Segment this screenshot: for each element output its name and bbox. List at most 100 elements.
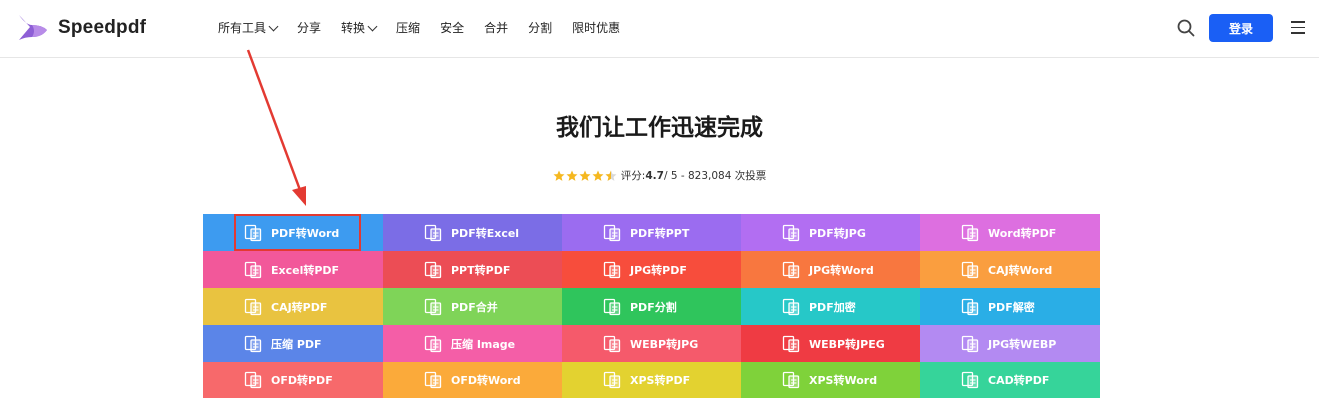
tool-label: Excel转PDF (271, 263, 340, 277)
tool-tile[interactable]: OFD转PDF (203, 362, 383, 398)
tool-tile[interactable]: Excel转PDF (203, 251, 383, 288)
nav-label: 分享 (297, 21, 322, 35)
tool-label: PDF转JPG (809, 226, 866, 240)
tool-tile[interactable]: PDF转JPG (741, 214, 920, 251)
annotation-highlight-box (234, 214, 361, 251)
file-convert-icon (961, 298, 979, 316)
nav-security[interactable]: 安全 (440, 19, 464, 37)
rating-stars (553, 170, 617, 182)
star-half-icon (605, 170, 617, 181)
nav-convert[interactable]: 转换 (341, 19, 378, 37)
top-header: Speedpdf 所有工具 分享 转换 压缩 安全 合并 分割 限时优惠 登录 (0, 0, 1319, 58)
star-icon (579, 170, 591, 181)
tool-label: 压缩 PDF (271, 337, 322, 351)
star-icon (553, 170, 565, 181)
nav-offers[interactable]: 限时优惠 (572, 19, 620, 37)
tool-label: PDF加密 (809, 300, 856, 314)
file-convert-icon (961, 371, 979, 389)
tool-label: PDF合并 (451, 300, 498, 314)
file-convert-icon (603, 298, 621, 316)
file-convert-icon (782, 298, 800, 316)
tool-label: OFD转Word (451, 374, 521, 387)
tool-tile[interactable]: CAJ转PDF (203, 288, 383, 325)
tool-label: JPG转WEBP (988, 337, 1057, 351)
tool-tile[interactable]: PDF解密 (920, 288, 1100, 325)
search-icon[interactable] (1177, 19, 1195, 37)
tool-tile[interactable]: XPS转Word (741, 362, 920, 398)
file-convert-icon (961, 261, 979, 279)
rating-prefix: 评分: (620, 170, 646, 182)
star-icon (592, 170, 604, 181)
hamburger-menu-icon[interactable] (1291, 21, 1305, 34)
tool-tile[interactable]: CAD转PDF (920, 362, 1100, 398)
tool-label: Word转PDF (988, 226, 1057, 240)
file-convert-icon (424, 335, 442, 353)
tool-label: WEBP转JPEG (809, 337, 885, 351)
file-convert-icon (603, 371, 621, 389)
file-convert-icon (244, 298, 262, 316)
tool-label: 压缩 Image (451, 337, 516, 351)
file-convert-icon (244, 261, 262, 279)
logo[interactable]: Speedpdf (16, 12, 146, 44)
tool-tile[interactable]: JPG转Word (741, 251, 920, 288)
file-convert-icon (244, 371, 262, 389)
file-convert-icon (961, 335, 979, 353)
star-icon (566, 170, 578, 181)
tool-tile[interactable]: WEBP转JPEG (741, 325, 920, 362)
nav-label: 限时优惠 (572, 21, 621, 35)
tool-label: JPG转Word (809, 263, 874, 277)
tool-tile[interactable]: JPG转PDF (562, 251, 741, 288)
tool-tile[interactable]: PDF转PPT (562, 214, 741, 251)
tool-tile[interactable]: PDF合并 (383, 288, 562, 325)
tool-tile[interactable]: CAJ转Word (920, 251, 1100, 288)
login-button[interactable]: 登录 (1209, 14, 1273, 42)
tool-label: PDF转Excel (451, 226, 520, 240)
tool-tile[interactable]: 压缩 PDF (203, 325, 383, 362)
file-convert-icon (961, 224, 979, 242)
logo-text: Speedpdf (58, 17, 147, 38)
rating-value: 4.7 (645, 169, 664, 182)
main-nav: 所有工具 分享 转换 压缩 安全 合并 分割 限时优惠 (218, 19, 640, 37)
nav-label: 所有工具 (218, 21, 267, 35)
tool-label: OFD转PDF (271, 374, 333, 387)
tool-label: CAJ转PDF (271, 300, 328, 314)
nav-label: 转换 (341, 21, 366, 35)
tool-tile[interactable]: OFD转Word (383, 362, 562, 398)
chevron-down-icon (268, 21, 279, 31)
tool-label: XPS转PDF (630, 374, 691, 387)
tool-tile[interactable]: 压缩 Image (383, 325, 562, 362)
file-convert-icon (603, 335, 621, 353)
tool-tile[interactable]: PDF分割 (562, 288, 741, 325)
nav-share[interactable]: 分享 (297, 19, 321, 37)
nav-compress[interactable]: 压缩 (396, 19, 420, 37)
tool-tile[interactable]: Word转PDF (920, 214, 1100, 251)
file-convert-icon (782, 371, 800, 389)
nav-split[interactable]: 分割 (528, 19, 552, 37)
file-convert-icon (424, 224, 442, 242)
tool-label: PDF解密 (988, 300, 1035, 314)
tool-tile[interactable]: PDF加密 (741, 288, 920, 325)
rating-suffix: / 5 - 823,084 次投票 (663, 170, 767, 182)
tool-tile[interactable]: PDF转Excel (383, 214, 562, 251)
tool-label: JPG转PDF (630, 263, 687, 277)
file-convert-icon (424, 261, 442, 279)
tool-tile[interactable]: WEBP转JPG (562, 325, 741, 362)
nav-all-tools[interactable]: 所有工具 (218, 19, 279, 37)
rating: 评分: 4.7 / 5 - 823,084 次投票 (0, 168, 1319, 183)
file-convert-icon (782, 335, 800, 353)
nav-merge[interactable]: 合并 (484, 19, 508, 37)
tool-label: XPS转Word (809, 374, 878, 387)
file-convert-icon (424, 371, 442, 389)
tool-label: PDF分割 (630, 300, 677, 314)
file-convert-icon (603, 224, 621, 242)
file-convert-icon (244, 335, 262, 353)
chevron-down-icon (367, 21, 378, 31)
tool-tile[interactable]: PPT转PDF (383, 251, 562, 288)
nav-label: 分割 (528, 21, 553, 35)
tool-label: CAJ转Word (988, 263, 1053, 277)
file-convert-icon (782, 261, 800, 279)
tool-label: WEBP转JPG (630, 337, 699, 351)
tool-label: CAD转PDF (988, 374, 1050, 387)
tool-tile[interactable]: XPS转PDF (562, 362, 741, 398)
tool-tile[interactable]: JPG转WEBP (920, 325, 1100, 362)
